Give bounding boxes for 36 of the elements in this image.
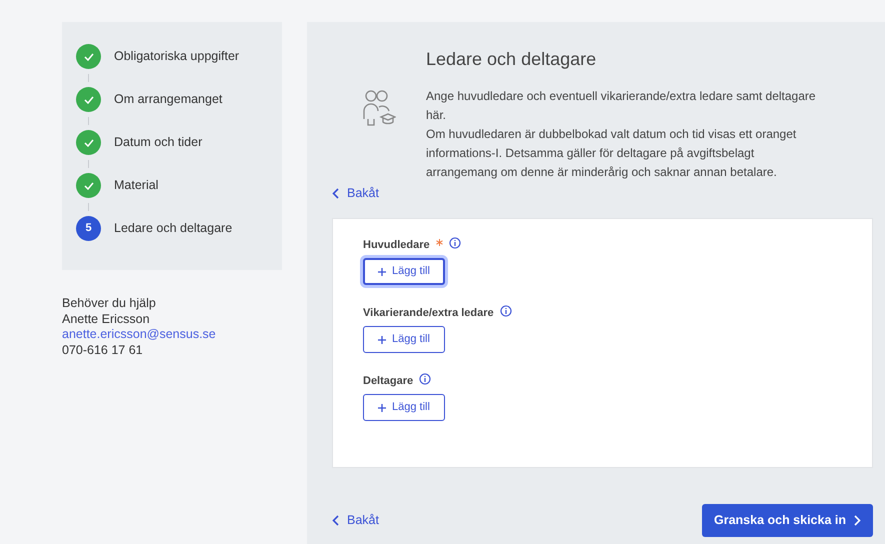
check-icon [84, 138, 94, 146]
step-number: 5 [76, 216, 101, 241]
step-label[interactable]: Material [114, 176, 158, 195]
description-text: Om huvudledaren är dubbelbokad valt datum och tid visas ett oranget informations-I. Detsamma gäller för deltagare på avgiftsbelagt arrangemang om denne är minderårig och saknar annan betalare. [426, 126, 798, 181]
field-label: Deltagare [363, 374, 414, 389]
info-icon[interactable] [448, 236, 461, 249]
contact-name: Anette Ericsson [62, 312, 151, 328]
chevron-left-icon [332, 514, 339, 526]
add-button[interactable]: Lägg till [363, 258, 445, 285]
step-label[interactable]: Ledare och deltagare [114, 219, 232, 238]
field-label: Vikarierande/extra ledare [363, 306, 494, 321]
check-icon [84, 52, 94, 60]
plus-icon [378, 404, 386, 412]
section-title: Ledare och deltagare [426, 48, 598, 71]
back-link[interactable]: Bakåt [332, 510, 379, 530]
plus-icon [378, 268, 386, 276]
info-icon[interactable] [419, 372, 432, 385]
add-button[interactable]: Lägg till [363, 394, 445, 421]
step-label[interactable]: Obligatoriska uppgifter [114, 47, 240, 66]
info-icon[interactable] [500, 304, 512, 317]
plus-icon [378, 336, 386, 344]
add-button[interactable]: Lägg till [363, 326, 445, 353]
email-link[interactable]: anette.ericsson@sensus.se [62, 327, 216, 342]
description-text: Ange huvudledare och eventuell vikarierande/extra ledare samt deltagare här. [426, 88, 817, 124]
step-label[interactable]: Om arrangemanget [114, 90, 222, 109]
field-label: Huvudledare [363, 238, 430, 253]
help-title: Behöver du hjälp [62, 296, 157, 312]
check-icon [84, 96, 94, 104]
people-graduation-icon [362, 89, 396, 127]
submit-button[interactable]: Granska och skicka in [702, 504, 873, 537]
back-link[interactable]: Bakåt [332, 184, 379, 203]
check-icon [84, 182, 94, 190]
chevron-right-icon [854, 514, 861, 526]
chevron-left-icon [332, 188, 339, 199]
phone-number: 070-616 17 61 [62, 342, 144, 358]
step-label[interactable]: Datum och tider [114, 133, 202, 152]
